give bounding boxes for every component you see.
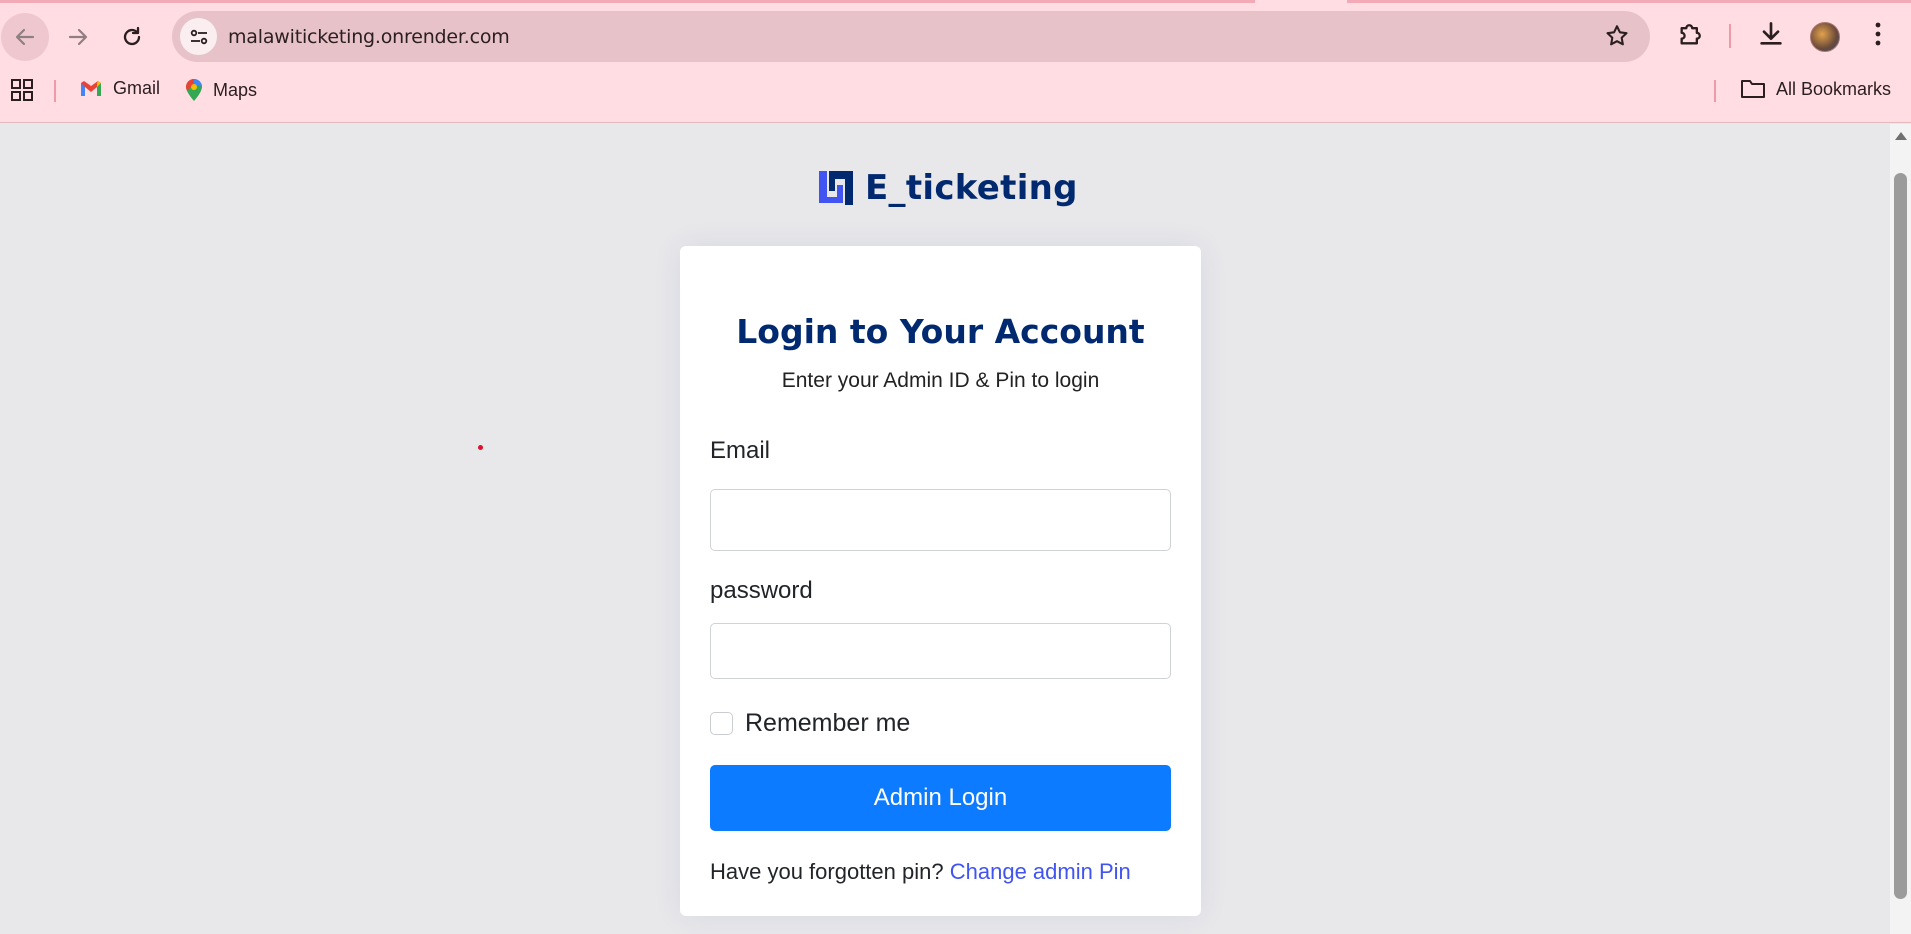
downloads-button[interactable]: [1757, 20, 1785, 48]
bookmarks-separator: [54, 80, 56, 102]
reload-button[interactable]: [108, 13, 156, 61]
address-bar[interactable]: malawiticketing.onrender.com: [172, 11, 1650, 62]
browser-menu-button[interactable]: [1866, 20, 1890, 48]
login-title: Login to Your Account: [736, 312, 1145, 351]
forward-arrow-icon: [68, 28, 88, 46]
change-admin-pin-link[interactable]: Change admin Pin: [950, 859, 1131, 884]
password-field[interactable]: [710, 623, 1171, 679]
profile-avatar[interactable]: [1810, 22, 1840, 52]
tab-strip: [0, 0, 1911, 3]
bookmark-label: Maps: [213, 79, 258, 100]
logo-mark-icon: [819, 171, 853, 205]
star-icon: [1606, 25, 1628, 46]
page-scrollbar[interactable]: [1890, 124, 1911, 934]
forgot-pin-text: Have you forgotten pin? Change admin Pin: [710, 859, 1131, 885]
email-field[interactable]: [710, 489, 1171, 551]
apps-grid-icon: [11, 79, 33, 101]
download-icon: [1760, 22, 1782, 45]
bookmark-maps[interactable]: Maps: [185, 78, 257, 102]
reload-icon: [123, 26, 141, 46]
scroll-up-arrow-icon[interactable]: [1895, 132, 1907, 140]
cursor-dot: [478, 445, 483, 450]
browser-chrome: malawiticketing.onrender.com Gmail Maps …: [0, 0, 1911, 123]
login-subtitle: Enter your Admin ID & Pin to login: [781, 369, 1100, 392]
tune-icon: [190, 29, 207, 44]
site-info-button[interactable]: [180, 18, 217, 55]
forward-button[interactable]: [54, 13, 102, 61]
bookmark-gmail[interactable]: Gmail: [79, 78, 160, 99]
login-card: Login to Your Account Enter your Admin I…: [680, 246, 1201, 916]
puzzle-icon: [1680, 24, 1701, 45]
password-label: password: [710, 577, 813, 604]
all-bookmarks-label: All Bookmarks: [1776, 78, 1892, 99]
more-vert-icon: [1875, 22, 1881, 46]
apps-button[interactable]: [10, 78, 34, 102]
remember-me-label[interactable]: Remember me: [745, 709, 910, 738]
maps-pin-icon: [186, 79, 202, 101]
gmail-icon: [81, 80, 101, 96]
folder-icon: [1741, 80, 1765, 98]
scrollbar-thumb[interactable]: [1894, 173, 1907, 899]
bookmarks-separator: [1714, 80, 1716, 102]
email-label: Email: [710, 437, 771, 464]
toolbar-separator: [1729, 24, 1731, 48]
brand-logo[interactable]: E_ticketing: [817, 168, 1078, 208]
forgot-pin-prompt: Have you forgotten pin?: [710, 859, 944, 884]
url-text[interactable]: malawiticketing.onrender.com: [228, 26, 510, 48]
remember-me-row[interactable]: Remember me: [710, 709, 910, 738]
remember-me-checkbox[interactable]: [710, 712, 733, 735]
back-arrow-icon: [15, 28, 35, 46]
all-bookmarks-button[interactable]: All Bookmarks: [1740, 78, 1891, 100]
bookmark-label: Gmail: [113, 78, 161, 98]
back-button[interactable]: [1, 13, 49, 61]
admin-login-button[interactable]: Admin Login: [710, 765, 1171, 831]
brand-name: E_ticketing: [865, 168, 1078, 208]
extensions-button[interactable]: [1677, 20, 1705, 48]
bookmark-star-button[interactable]: [1604, 23, 1630, 54]
